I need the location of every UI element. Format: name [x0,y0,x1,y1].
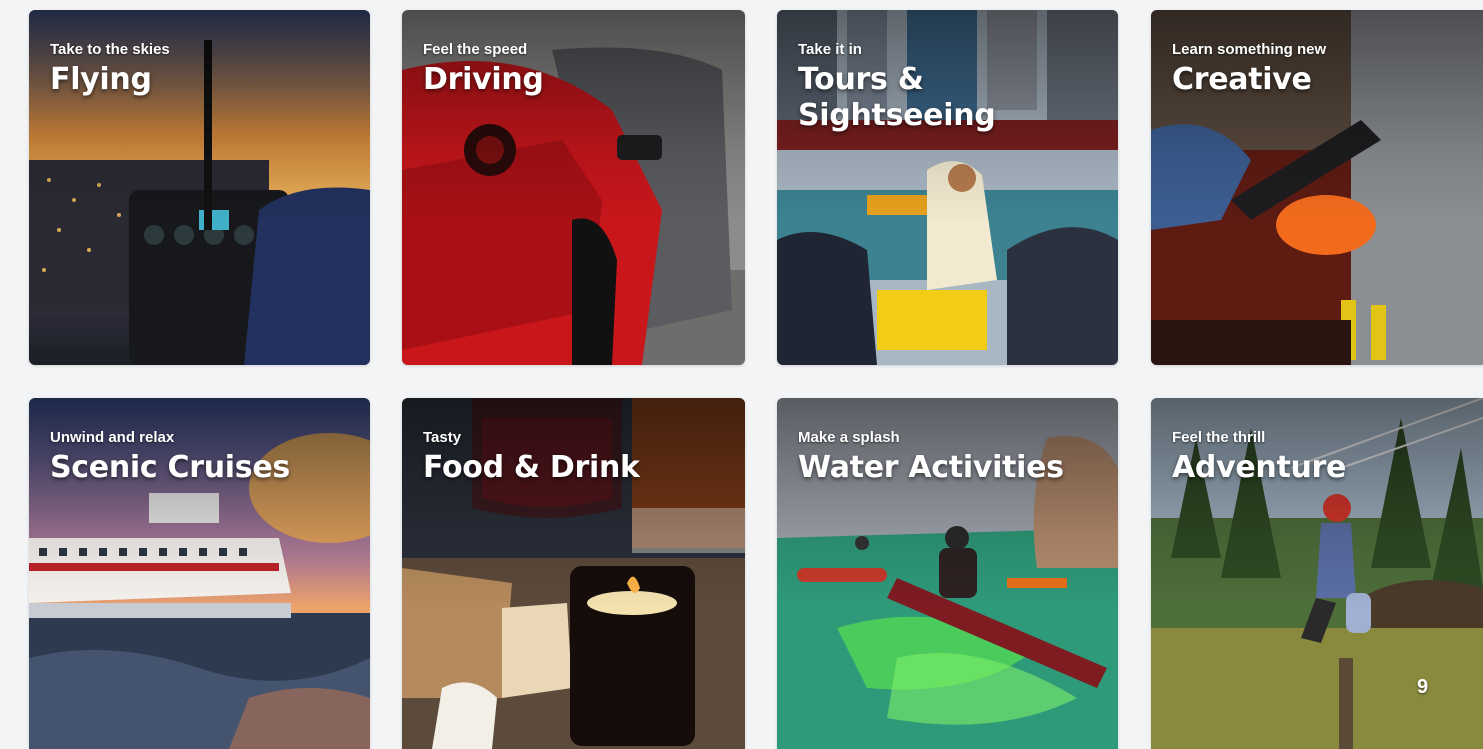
category-card-water-activities[interactable]: Make a splash Water Activities [777,398,1118,749]
card-subtitle: Unwind and relax [50,429,175,446]
card-title: Tours & Sightseeing [798,62,996,133]
card-title: Adventure [1172,450,1347,485]
card-subtitle: Make a splash [798,429,900,446]
category-grid: Take to the skies Flying Feel the speed … [0,0,1483,749]
card-title: Food & Drink [423,450,640,485]
card-subtitle: Take to the skies [50,41,170,58]
category-card-food-drink[interactable]: Tasty Food & Drink [402,398,745,749]
card-subtitle: Tasty [423,429,462,446]
page-indicator: 9 [1417,676,1429,698]
category-card-creative[interactable]: Learn something new Creative [1151,10,1483,365]
category-card-scenic-cruises[interactable]: Unwind and relax Scenic Cruises [29,398,370,749]
category-card-flying[interactable]: Take to the skies Flying [29,10,370,365]
card-subtitle: Take it in [798,41,862,58]
card-title: Flying [50,62,152,97]
category-card-driving[interactable]: Feel the speed Driving [402,10,745,365]
card-title: Creative [1172,62,1312,97]
card-title: Scenic Cruises [50,450,290,485]
card-subtitle: Learn something new [1172,41,1327,58]
card-title: Water Activities [798,450,1064,485]
card-subtitle: Feel the thrill [1172,429,1266,446]
card-subtitle: Feel the speed [423,41,528,58]
category-card-tours-sightseeing[interactable]: Take it in Tours & Sightseeing [777,10,1118,365]
card-title: Driving [423,62,544,97]
category-card-adventure[interactable]: Feel the thrill Adventure [1151,398,1483,749]
